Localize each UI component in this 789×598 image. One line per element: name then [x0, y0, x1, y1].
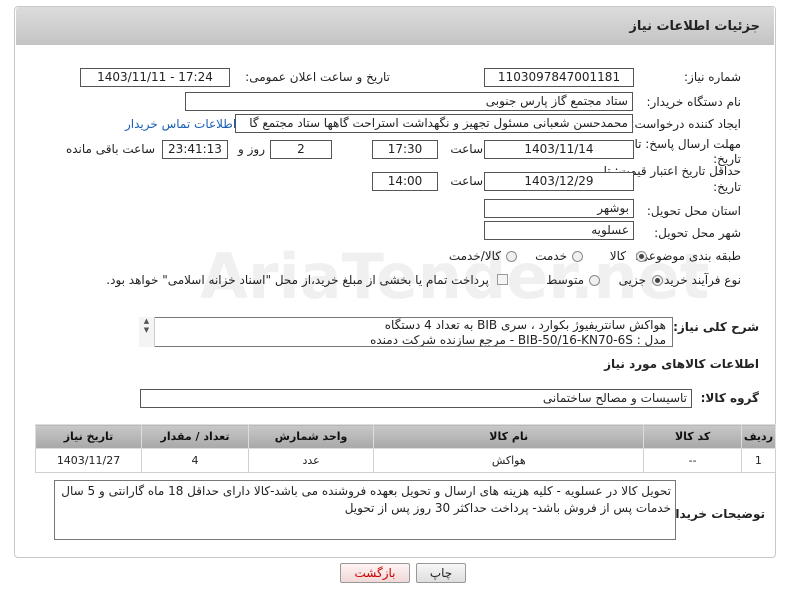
table-header-row: ردیف کد کالا نام کالا واحد شمارش تعداد /… — [34, 424, 777, 449]
page-title: جزئیات اطلاعات نیاز — [16, 7, 774, 45]
validity-time-label: ساعت — [450, 174, 483, 188]
table-row: 1 -- هواکش عدد 4 1403/11/27 — [34, 448, 777, 473]
days-remaining-field: 2 — [270, 140, 332, 159]
purchase-medium-radio[interactable] — [589, 275, 600, 286]
purchase-minor-label: جزیی — [618, 273, 646, 287]
scroll-up-icon[interactable]: ▲ — [139, 317, 154, 326]
cell-qty: 4 — [141, 448, 250, 473]
reply-deadline-label: مهلت ارسال پاسخ: تا — [634, 137, 741, 151]
validity-date-field: 1403/12/29 — [484, 172, 634, 191]
col-name-header: نام کالا — [373, 424, 645, 449]
city-label: شهر محل تحویل: — [654, 226, 741, 240]
reply-time-field: 17:30 — [372, 140, 438, 159]
city-field: عسلویه — [484, 221, 634, 240]
col-date-header: تاریخ نیاز — [34, 424, 143, 449]
category-both-label: کالا/خدمت — [448, 249, 501, 263]
description-label: شرح کلی نیاز: — [673, 320, 759, 334]
category-service-radio[interactable] — [572, 251, 583, 262]
purchase-medium-label: متوسط — [546, 273, 584, 287]
buyer-org-field: ستاد مجتمع گاز پارس جنوبی — [185, 92, 633, 111]
category-goods-radio[interactable] — [636, 251, 647, 262]
category-service-label: خدمت — [535, 249, 567, 263]
description-textarea[interactable]: هواکش سانتریفیوژ بکوارد ، سری BIB به تعد… — [139, 317, 673, 347]
cell-code: -- — [643, 448, 742, 473]
goods-section-title: اطلاعات کالاهای مورد نیاز — [604, 357, 759, 371]
cell-row: 1 — [740, 448, 777, 473]
buyer-contact-link[interactable]: اطلاعات تماس خریدار — [125, 117, 236, 131]
validity-time-field: 14:00 — [372, 172, 438, 191]
col-code-header: کد کالا — [643, 424, 742, 449]
cell-name: هواکش — [373, 448, 645, 473]
description-line-2: مدل : BIB-50/16-KN70-6S - مرجع سازنده شر… — [370, 333, 666, 347]
treasury-payment-text: پرداخت تمام یا بخشی از مبلغ خرید،از محل … — [106, 273, 489, 287]
col-row-header: ردیف — [740, 424, 777, 449]
back-button[interactable]: بازگشت — [340, 563, 410, 583]
description-line-1: هواکش سانتریفیوژ بکوارد ، سری BIB به تعد… — [384, 318, 666, 332]
creator-label: ایجاد کننده درخواست: — [630, 117, 741, 131]
buyer-notes-label: توضیحات خریدار: — [663, 507, 765, 521]
print-button[interactable]: چاپ — [416, 563, 466, 583]
treasury-checkbox[interactable] — [497, 274, 508, 285]
cell-date: 1403/11/27 — [34, 448, 143, 473]
scroll-down-icon[interactable]: ▼ — [139, 326, 154, 335]
time-remaining-label: ساعت باقی مانده — [65, 142, 155, 156]
reply-date-field: 1403/11/14 — [484, 140, 634, 159]
announce-date-field: 1403/11/11 - 17:24 — [80, 68, 230, 87]
category-goods-label: کالا — [609, 249, 626, 263]
need-number-field: 1103097847001181 — [484, 68, 634, 87]
reply-time-label: ساعت — [450, 142, 483, 156]
need-number-label: شماره نیاز: — [684, 70, 741, 84]
cell-unit: عدد — [248, 448, 375, 473]
category-both-radio[interactable] — [506, 251, 517, 262]
validity-date-label: تاریخ: — [713, 180, 741, 194]
col-qty-header: تعداد / مقدار — [141, 424, 250, 449]
announce-date-label: تاریخ و ساعت اعلان عمومی: — [245, 70, 390, 84]
description-scrollbar[interactable]: ▲ ▼ — [139, 317, 155, 347]
days-label: روز و — [238, 142, 265, 156]
goods-group-field: تاسیسات و مصالح ساختمانی — [140, 389, 692, 408]
buyer-org-label: نام دستگاه خریدار: — [646, 95, 742, 109]
col-unit-header: واحد شمارش — [248, 424, 375, 449]
goods-table: ردیف کد کالا نام کالا واحد شمارش تعداد /… — [34, 424, 777, 473]
purchase-minor-radio[interactable] — [652, 275, 663, 286]
purchase-type-label: نوع فرآیند خرید : — [656, 273, 741, 287]
creator-field: محمدحسن شعبانی مسئول تجهیز و نگهداشت است… — [235, 114, 633, 133]
goods-group-label: گروه کالا: — [700, 391, 759, 405]
province-label: استان محل تحویل: — [646, 204, 741, 218]
category-label: طبقه بندی موضوعی: — [634, 249, 741, 263]
province-field: بوشهر — [484, 199, 634, 218]
time-remaining-field: 23:41:13 — [162, 140, 228, 159]
buyer-notes-textarea[interactable]: تحویل کالا در عسلویه - کلیه هزینه های ار… — [54, 480, 676, 540]
